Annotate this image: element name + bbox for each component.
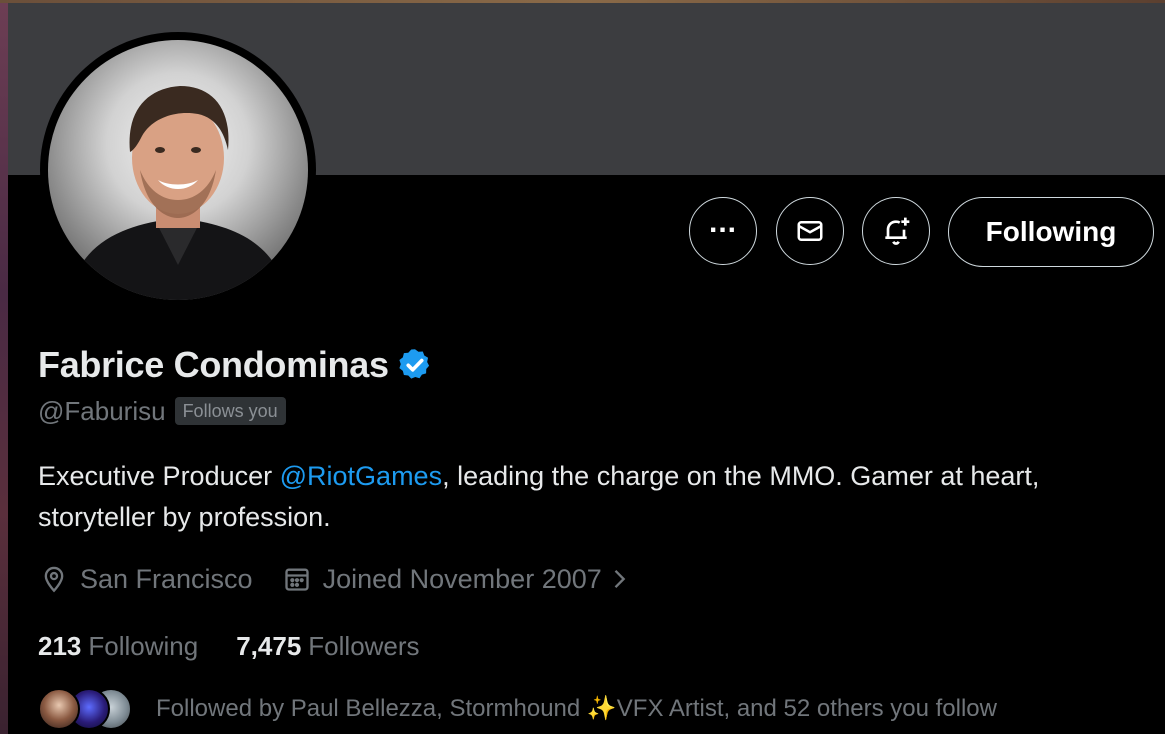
bell-plus-icon <box>885 217 910 245</box>
following-count: 213 <box>38 631 82 661</box>
joined-date-item[interactable]: Joined November 2007 <box>283 560 640 598</box>
profile-page: ... Following Fabrice Condominas @Faburi… <box>0 0 1165 734</box>
more-dots-icon: ... <box>708 206 737 239</box>
mutual-avatars <box>38 686 138 732</box>
follows-you-badge: Follows you <box>174 397 286 425</box>
following-button-label: Following <box>985 216 1117 247</box>
followed-by-text: Followed by Paul Bellezza, Stormhound ✨V… <box>156 691 997 727</box>
message-button[interactable] <box>776 197 844 265</box>
profile-avatar[interactable] <box>40 32 316 308</box>
sparkles-emoji: ✨ <box>586 695 617 722</box>
verified-badge-icon[interactable] <box>397 347 433 383</box>
chevron-right-icon <box>614 570 626 588</box>
avatar <box>38 688 80 730</box>
window-edge-left <box>0 0 8 734</box>
followed-by-row[interactable]: Followed by Paul Bellezza, Stormhound ✨V… <box>38 686 997 732</box>
avatar-photo <box>48 40 308 300</box>
more-options-button[interactable]: ... <box>689 197 757 265</box>
location-item: San Francisco <box>40 560 253 598</box>
display-name: Fabrice Condominas <box>38 344 389 385</box>
profile-bio: Executive Producer @RiotGames, leading t… <box>38 456 1153 538</box>
following-button[interactable]: Following <box>948 197 1154 267</box>
following-count-link[interactable]: 213 Following <box>38 628 198 664</box>
location-text: San Francisco <box>80 564 253 594</box>
bio-text-start: Executive Producer <box>38 461 280 491</box>
envelope-icon <box>797 221 823 241</box>
followers-count: 7,475 <box>236 631 302 661</box>
calendar-icon <box>284 568 309 591</box>
joined-date-text: Joined November 2007 <box>322 564 602 594</box>
followed-by-suffix: VFX Artist, and 52 others you follow <box>616 695 997 722</box>
followers-count-link[interactable]: 7,475 Followers <box>236 628 419 664</box>
name-row: Fabrice Condominas <box>38 344 433 386</box>
followers-label: Followers <box>308 631 420 661</box>
profile-meta: San Francisco Joined November 2007 <box>40 560 640 598</box>
follow-stats: 213 Following 7,475 Followers <box>38 628 420 664</box>
followed-by-prefix: Followed by Paul Bellezza, Stormhound <box>156 695 587 722</box>
bio-mention-link[interactable]: @RiotGames <box>280 461 442 491</box>
notifications-button[interactable] <box>862 197 930 265</box>
location-pin-icon <box>44 566 64 593</box>
handle-row: @Faburisu Follows you <box>38 395 286 427</box>
username-handle: @Faburisu <box>38 396 166 426</box>
following-label: Following <box>88 631 199 661</box>
